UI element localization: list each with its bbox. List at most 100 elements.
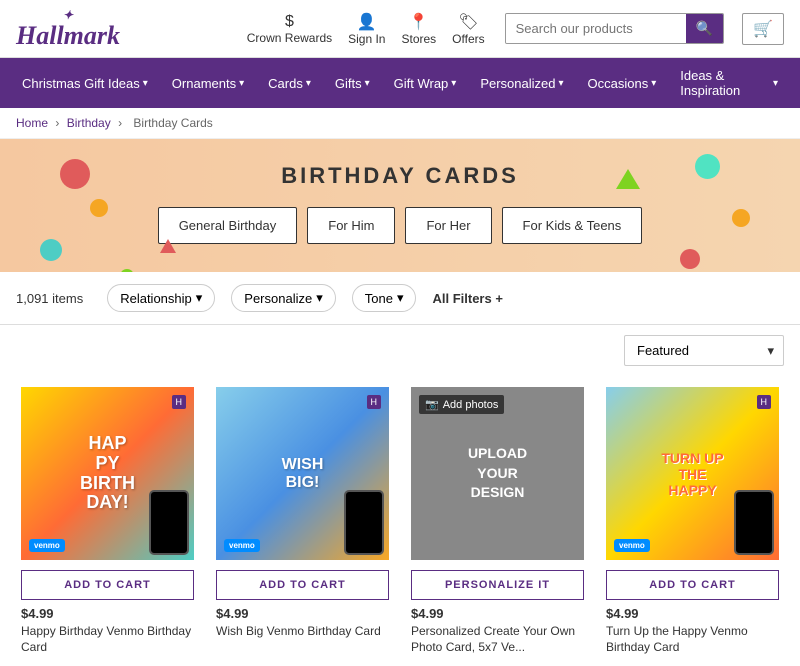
- chevron-down-icon: ▾: [451, 78, 456, 89]
- products-grid: HAPPYBIRTHDAY! venmo H ADD TO CART $4.99…: [0, 376, 800, 666]
- product-3-card-text: UPLOADYOURDESIGN: [468, 444, 527, 503]
- nav-christmas-gift-ideas[interactable]: Christmas Gift Ideas ▾: [10, 66, 160, 101]
- nav-gifts[interactable]: Gifts ▾: [323, 66, 382, 101]
- nav-personalized-label: Personalized: [480, 76, 555, 91]
- nav-gifts-label: Gifts: [335, 76, 362, 91]
- chevron-down-icon: ▾: [316, 290, 323, 306]
- logo-text: Hallmark: [16, 23, 120, 49]
- product-card-3[interactable]: UPLOADYOURDESIGN 📷 Add photos PERSONALIZ…: [400, 376, 595, 666]
- add-to-cart-button-1[interactable]: ADD TO CART: [21, 570, 194, 600]
- phone-overlay-icon: [344, 490, 384, 555]
- venmo-badge: venmo: [614, 539, 650, 552]
- product-image-2: WISHBIG! venmo H: [216, 387, 389, 560]
- filter-general-birthday[interactable]: General Birthday: [158, 207, 298, 244]
- product-name-1: Happy Birthday Venmo Birthday Card: [21, 624, 194, 655]
- stores-label: Stores: [401, 32, 436, 46]
- nav-ideas-inspiration[interactable]: Ideas & Inspiration ▾: [668, 58, 790, 108]
- chevron-down-icon: ▾: [365, 78, 370, 89]
- add-to-cart-button-4[interactable]: ADD TO CART: [606, 570, 779, 600]
- chevron-down-icon: ▾: [651, 78, 656, 89]
- add-photos-label: Add photos: [443, 399, 499, 411]
- add-to-cart-button-2[interactable]: ADD TO CART: [216, 570, 389, 600]
- search-input[interactable]: [506, 14, 686, 43]
- product-4-card-text: TURN UPTHEHAPPY: [661, 450, 723, 498]
- tone-filter-label: Tone: [365, 291, 393, 306]
- personalize-filter[interactable]: Personalize ▾: [231, 284, 335, 312]
- tone-filter[interactable]: Tone ▾: [352, 284, 417, 312]
- breadcrumb-sep2: ›: [118, 116, 125, 130]
- items-count: 1,091 items: [16, 291, 83, 306]
- chevron-down-icon: ▾: [397, 290, 404, 306]
- hero-banner: BIRTHDAY CARDS General Birthday For Him …: [0, 139, 800, 272]
- all-filters-button[interactable]: All Filters +: [432, 291, 502, 306]
- crown-rewards-label: Crown Rewards: [247, 31, 332, 45]
- product-name-3: Personalized Create Your Own Photo Card,…: [411, 624, 584, 655]
- search-button[interactable]: 🔍: [686, 14, 723, 43]
- camera-icon: 📷: [425, 398, 439, 411]
- sign-in-label: Sign In: [348, 32, 385, 46]
- nav-gift-wrap-label: Gift Wrap: [394, 76, 449, 91]
- breadcrumb: Home › Birthday › Birthday Cards: [0, 108, 800, 139]
- stores-link[interactable]: 📍 Stores: [401, 12, 436, 46]
- main-nav: Christmas Gift Ideas ▾ Ornaments ▾ Cards…: [0, 58, 800, 108]
- add-photos-badge: 📷 Add photos: [419, 395, 504, 414]
- relationship-filter[interactable]: Relationship ▾: [107, 284, 215, 312]
- product-2-card-text: WISHBIG!: [282, 456, 324, 492]
- nav-personalized[interactable]: Personalized ▾: [468, 66, 575, 101]
- sort-select[interactable]: Featured Best Sellers Price: Low to High…: [624, 335, 784, 366]
- search-bar: 🔍: [505, 13, 724, 44]
- chevron-down-icon: ▾: [239, 78, 244, 89]
- nav-ornaments-label: Ornaments: [172, 76, 236, 91]
- product-card-2[interactable]: WISHBIG! venmo H ADD TO CART $4.99 Wish …: [205, 376, 400, 666]
- sign-in-link[interactable]: 👤 Sign In: [348, 12, 385, 46]
- nav-ornaments[interactable]: Ornaments ▾: [160, 66, 256, 101]
- product-price-2: $4.99: [216, 606, 389, 621]
- filters-row: 1,091 items Relationship ▾ Personalize ▾…: [0, 272, 800, 325]
- personalize-filter-label: Personalize: [244, 291, 312, 306]
- nav-occasions-label: Occasions: [588, 76, 649, 91]
- filter-for-kids-teens[interactable]: For Kids & Teens: [502, 207, 643, 244]
- nav-cards[interactable]: Cards ▾: [256, 66, 323, 101]
- offers-label: Offers: [452, 32, 484, 46]
- breadcrumb-current: Birthday Cards: [133, 116, 212, 130]
- hallmark-logo-badge: H: [172, 395, 187, 409]
- logo[interactable]: ✦ Hallmark: [16, 8, 120, 49]
- header: ✦ Hallmark $ Crown Rewards 👤 Sign In 📍 S…: [0, 0, 800, 58]
- product-card-4[interactable]: TURN UPTHEHAPPY venmo H ADD TO CART $4.9…: [595, 376, 790, 666]
- breadcrumb-home[interactable]: Home: [16, 116, 48, 130]
- sign-in-icon: 👤: [357, 12, 377, 32]
- product-name-4: Turn Up the Happy Venmo Birthday Card: [606, 624, 779, 655]
- page-title: BIRTHDAY CARDS: [0, 163, 800, 189]
- product-image-3: UPLOADYOURDESIGN 📷 Add photos: [411, 387, 584, 560]
- offers-link[interactable]: 🏷 Offers: [452, 12, 484, 46]
- chevron-down-icon: ▾: [773, 78, 778, 89]
- filter-for-him[interactable]: For Him: [307, 207, 395, 244]
- product-price-4: $4.99: [606, 606, 779, 621]
- breadcrumb-birthday[interactable]: Birthday: [67, 116, 111, 130]
- chevron-down-icon: ▾: [306, 78, 311, 89]
- personalize-button-3[interactable]: PERSONALIZE IT: [411, 570, 584, 600]
- offers-icon: 🏷: [458, 12, 478, 32]
- breadcrumb-sep1: ›: [55, 116, 62, 130]
- product-name-2: Wish Big Venmo Birthday Card: [216, 624, 389, 640]
- nav-ideas-label: Ideas & Inspiration: [680, 68, 770, 98]
- nav-occasions[interactable]: Occasions ▾: [576, 66, 669, 101]
- phone-overlay-icon: [149, 490, 189, 555]
- crown-rewards-link[interactable]: $ Crown Rewards: [247, 13, 332, 45]
- crown-rewards-icon: $: [285, 13, 294, 31]
- product-card-1[interactable]: HAPPYBIRTHDAY! venmo H ADD TO CART $4.99…: [10, 376, 205, 666]
- cart-button[interactable]: 🛒: [742, 13, 784, 45]
- hero-filter-buttons: General Birthday For Him For Her For Kid…: [0, 207, 800, 244]
- hallmark-logo-badge: H: [367, 395, 382, 409]
- chevron-down-icon: ▾: [143, 78, 148, 89]
- nav-christmas-label: Christmas Gift Ideas: [22, 76, 140, 91]
- filter-for-her[interactable]: For Her: [405, 207, 491, 244]
- product-price-1: $4.99: [21, 606, 194, 621]
- chevron-down-icon: ▾: [196, 290, 203, 306]
- hallmark-logo-badge: H: [757, 395, 772, 409]
- chevron-down-icon: ▾: [558, 78, 563, 89]
- sort-row: Featured Best Sellers Price: Low to High…: [0, 325, 800, 376]
- header-nav: $ Crown Rewards 👤 Sign In 📍 Stores 🏷 Off…: [247, 12, 485, 46]
- nav-gift-wrap[interactable]: Gift Wrap ▾: [382, 66, 469, 101]
- relationship-filter-label: Relationship: [120, 291, 192, 306]
